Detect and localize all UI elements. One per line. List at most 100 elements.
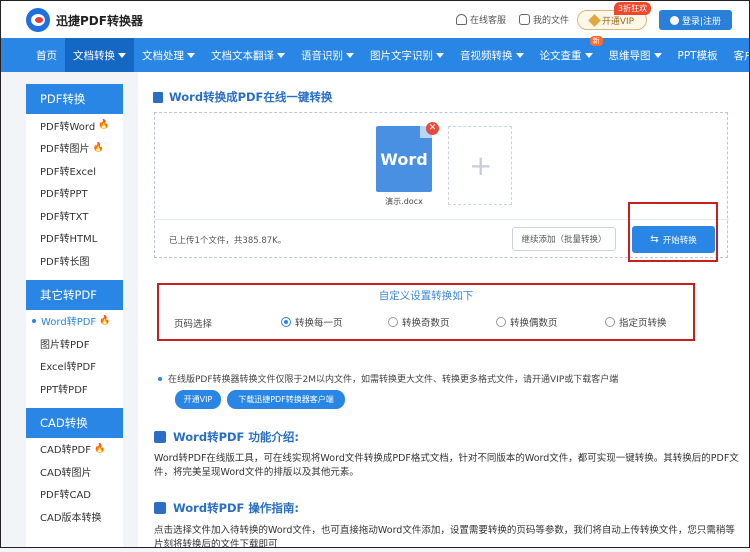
headset-icon	[456, 14, 467, 25]
remove-file-icon[interactable]: ✕	[426, 122, 439, 135]
sidebar-group-title: CAD转换	[26, 407, 123, 438]
guide-title-text: Word转PDF 操作指南:	[173, 501, 300, 515]
sidebar-item-label: Excel转PDF	[40, 362, 96, 374]
sidebar-item-label: PDF转PPT	[40, 189, 88, 201]
sidebar: PDF转换 PDF转Word 🔥 PDF转图片 🔥 PDF转Excel PDF转PPT PDF…	[26, 84, 123, 548]
file-icon	[519, 14, 530, 25]
login-button[interactable]: 登录|注册	[659, 10, 732, 30]
sidebar-item-label: PDF转长图	[40, 256, 90, 268]
settings-title: 自定义设置转换如下	[378, 290, 474, 302]
nav-item-5[interactable]: 图片文字识别	[362, 38, 452, 72]
page-title-text: Word转换成PDF在线一键转换	[169, 90, 333, 104]
online-service-link[interactable]: 在线客服	[456, 13, 506, 26]
nav-item-6[interactable]: 音视频转换	[452, 38, 532, 72]
intro-icon	[154, 431, 166, 443]
sidebar-group-title: 其它转PDF	[26, 279, 123, 310]
nav-item-2[interactable]: 文档处理	[134, 38, 203, 72]
intro-title: Word转PDF 功能介绍:	[154, 429, 299, 445]
nav-label: 图片文字识别	[370, 49, 433, 62]
nav-label: 论文查重	[539, 49, 582, 62]
nav-label: 思维导图	[608, 49, 651, 62]
sidebar-item[interactable]: Word转PDF 🔥	[26, 310, 123, 333]
bullet	[158, 376, 162, 381]
nav-label: 文档文本翻译	[211, 49, 274, 62]
sidebar-item-label: PDF转Excel	[40, 166, 96, 178]
login-label: 登录|注册	[681, 16, 722, 27]
sidebar-item-label: CAD转图片	[40, 467, 92, 479]
sidebar-item[interactable]: 图片转PDF	[26, 332, 123, 355]
active-dot	[32, 318, 36, 323]
diamond-icon	[588, 13, 601, 27]
nav-item-0[interactable]: 首页	[28, 38, 65, 72]
radio-every-page[interactable]: 转换每一页	[281, 315, 343, 329]
brand-name[interactable]: 迅捷PDF转换器	[56, 12, 143, 29]
guide-title: Word转PDF 操作指南:	[154, 500, 299, 516]
radio-label: 转换每一页	[295, 318, 343, 329]
vip-promo-badge: 3折狂欢	[614, 2, 652, 15]
sidebar-item-label: CAD转PDF	[40, 445, 92, 457]
sidebar-item[interactable]: Excel转PDF	[26, 355, 123, 378]
intro-title-text: Word转PDF 功能介绍:	[173, 430, 300, 444]
sidebar-item[interactable]: PDF转图片 🔥	[26, 137, 123, 160]
nav-item-4[interactable]: 语音识别	[293, 38, 362, 72]
sidebar-item[interactable]: PDF转长图	[26, 249, 123, 272]
upload-info: 已上传1个文件，共385.87K。	[169, 236, 287, 246]
nav-item-10[interactable]: 客户端	[726, 38, 750, 72]
radio-even-pages[interactable]: 转换偶数页	[496, 315, 558, 329]
page-select-label: 页码选择	[174, 319, 213, 330]
sidebar-item[interactable]: CAD转PDF 🔥	[26, 438, 123, 461]
file-name: 演示.docx	[385, 197, 423, 206]
nav-label: 文档处理	[142, 49, 184, 62]
sidebar-item[interactable]: PPT转PDF	[26, 377, 123, 400]
sidebar-item-label: PDF转TXT	[40, 211, 89, 223]
sidebar-item[interactable]: PDF转CAD	[26, 483, 123, 506]
sidebar-item[interactable]: PDF转Word 🔥	[26, 114, 123, 137]
sidebar-item[interactable]: PDF转Excel	[26, 159, 123, 182]
notice-text: 在线版PDF转换器转换文件仅限于2M以内文件，如需转换更大文件、转换更多格式文件…	[168, 375, 619, 385]
download-client-button[interactable]: 下载迅捷PDF转换器客户端	[227, 390, 345, 409]
open-vip-button[interactable]: 开通VIP	[175, 390, 221, 409]
highlight-box-start	[628, 202, 718, 262]
sidebar-item[interactable]: PDF转TXT	[26, 204, 123, 227]
radio-label: 指定页转换	[619, 318, 667, 329]
flame-icon: 🔥	[98, 120, 110, 131]
plus-icon: +	[469, 149, 493, 182]
nav-label: 音视频转换	[460, 49, 513, 62]
my-files-link[interactable]: 我的文件	[519, 13, 569, 26]
nav-item-3[interactable]: 文档文本翻译	[203, 38, 293, 72]
nav-item-8[interactable]: 思维导图	[601, 38, 670, 72]
word-file-icon: Word	[376, 126, 432, 192]
sidebar-item[interactable]: CAD版本转换	[26, 505, 123, 528]
chevron-down-icon	[187, 52, 195, 58]
radio-odd-pages[interactable]: 转换奇数页	[388, 315, 450, 329]
radio-specific-pages[interactable]: 指定页转换	[605, 315, 667, 329]
document-icon	[153, 91, 163, 103]
intro-paragraph: Word转PDF在线版工具，可在线实现将Word文件转换成PDF格式文档，针对不…	[154, 453, 739, 478]
page-title: Word转换成PDF在线一键转换	[153, 89, 332, 105]
sidebar-item-label: PDF转HTML	[40, 234, 98, 246]
user-icon	[669, 15, 679, 25]
flame-icon: 🔥	[99, 315, 111, 326]
sidebar-item[interactable]: PDF转HTML	[26, 227, 123, 250]
sidebar-item-label: PDF转图片	[40, 144, 90, 156]
radio-label: 转换奇数页	[402, 318, 450, 329]
sidebar-item-label: 图片转PDF	[40, 339, 90, 351]
sidebar-item-label: PDF转Word	[40, 121, 96, 133]
nav-item-7[interactable]: 论文查重新	[532, 36, 603, 72]
radio-label: 转换偶数页	[510, 318, 558, 329]
sidebar-item[interactable]: PDF转PPT	[26, 182, 123, 205]
nav-item-9[interactable]: PPT模板	[670, 38, 726, 72]
limit-notice: 在线版PDF转换器转换文件仅限于2M以内文件，如需转换更大文件、转换更多格式文件…	[158, 372, 618, 385]
continue-add-button[interactable]: 继续添加（批量转换）	[512, 227, 616, 251]
sidebar-group-title: PDF转换	[26, 84, 123, 114]
logo-icon[interactable]	[26, 8, 50, 32]
flame-icon: 🔥	[94, 443, 106, 454]
nav-item-1[interactable]: 文档转换	[65, 38, 134, 72]
sidebar-item-label: Word转PDF	[41, 317, 97, 329]
radio-circle	[281, 317, 291, 327]
chevron-down-icon	[436, 52, 444, 58]
add-file-button[interactable]: +	[448, 126, 512, 205]
sidebar-item[interactable]: CAD转图片	[26, 460, 123, 483]
